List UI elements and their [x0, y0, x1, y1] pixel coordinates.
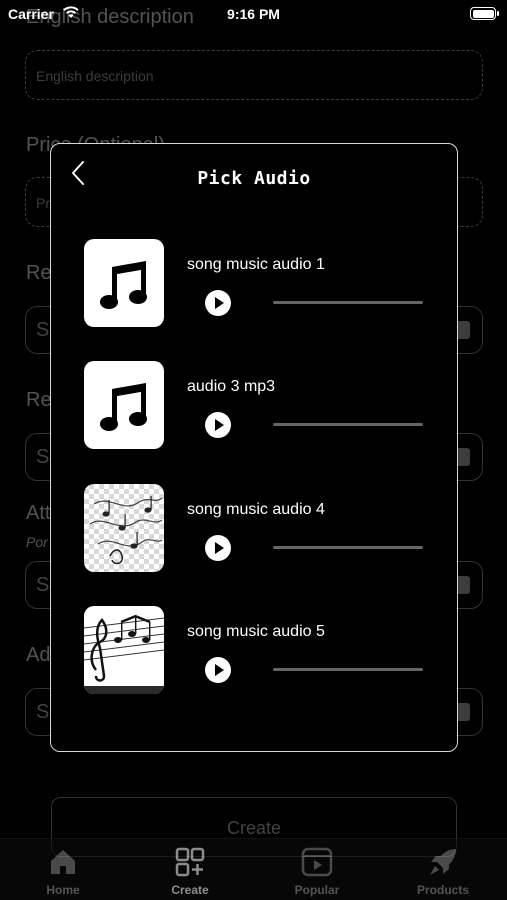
audio-list-item[interactable]: audio 3 mp3 [84, 361, 434, 451]
tab-popular-label: Popular [294, 883, 340, 897]
music-note-icon [84, 239, 164, 327]
field-4-label: Re [26, 389, 52, 411]
pick-audio-modal: Pick Audio song music audio 1 audio 3 mp… [50, 143, 458, 752]
field-3-value: S [36, 319, 50, 341]
rocket-icon [430, 849, 456, 875]
audio-progress-bar[interactable] [273, 546, 423, 549]
tab-popular[interactable]: Popular [272, 845, 362, 897]
tab-create[interactable]: Create [145, 845, 235, 897]
audio-title: audio 3 mp3 [187, 378, 276, 395]
modal-title: Pick Audio [197, 168, 311, 189]
audio-list-item[interactable]: song music audio 1 [84, 239, 434, 329]
play-button-icon[interactable] [205, 290, 231, 316]
audio-title: song music audio 4 [187, 501, 325, 518]
play-button-icon[interactable] [205, 535, 231, 561]
field-5-label: Att [26, 502, 51, 524]
tab-products[interactable]: Products [398, 845, 488, 897]
field-4-value: S [36, 446, 50, 468]
grid-plus-icon [175, 847, 205, 877]
audio-progress-bar[interactable] [273, 668, 423, 671]
video-play-icon [301, 847, 333, 877]
sheet-music-image [84, 484, 164, 572]
audio-list-item[interactable]: song music audio 4 [84, 484, 434, 574]
audio-title: song music audio 5 [187, 623, 325, 640]
tab-create-label: Create [171, 883, 209, 897]
play-button-icon[interactable] [205, 412, 231, 438]
play-button-icon[interactable] [205, 657, 231, 683]
field-6-label: Ad [26, 644, 51, 666]
field-5-value: S [36, 574, 50, 596]
clock-time: 9:16 PM [227, 6, 280, 22]
status-bar: Carrier 9:16 PM [0, 0, 507, 30]
tab-home-label: Home [46, 883, 80, 897]
battery-icon [470, 7, 499, 20]
home-icon [51, 850, 75, 874]
audio-progress-bar[interactable] [273, 301, 423, 304]
tab-products-label: Products [416, 883, 469, 897]
audio-progress-bar[interactable] [273, 423, 423, 426]
field-3-label: Re [26, 262, 52, 284]
tab-bar: Home Create Popular Products [0, 838, 507, 900]
audio-title: song music audio 1 [187, 256, 325, 273]
field-6-value: S [36, 701, 50, 723]
field-5-hint: Por [26, 534, 48, 550]
treble-clef-image [84, 606, 164, 694]
english-description-input[interactable]: English description [25, 50, 483, 100]
tab-home[interactable]: Home [18, 845, 108, 897]
audio-list-item[interactable]: song music audio 5 [84, 606, 434, 696]
music-note-icon [84, 361, 164, 449]
